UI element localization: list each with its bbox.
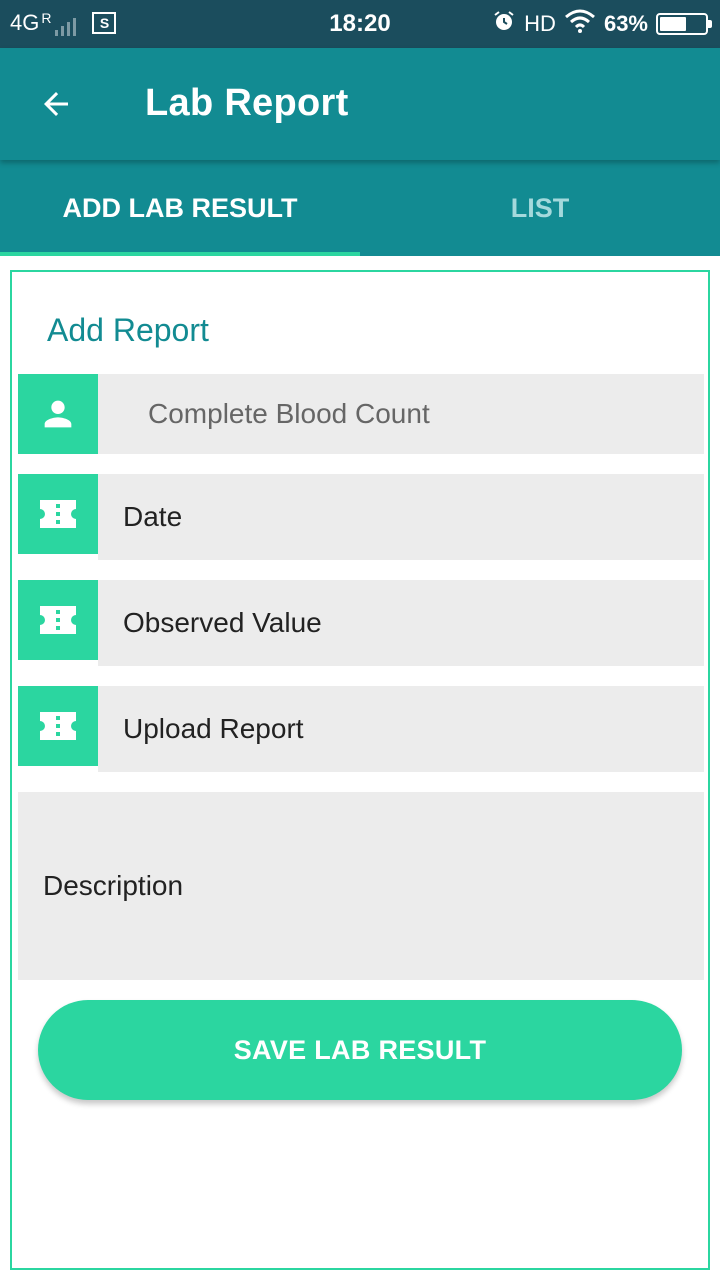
tab-bar: ADD LAB RESULT LIST <box>0 160 720 256</box>
upload-report-field[interactable]: Upload Report <box>98 686 704 772</box>
battery-fill <box>660 17 687 31</box>
tab-label: ADD LAB RESULT <box>62 192 298 223</box>
alarm-icon <box>492 9 516 39</box>
hd-indicator: HD <box>524 11 556 36</box>
icon-box <box>18 686 98 766</box>
form-title: Add Report <box>47 312 209 348</box>
tab-list[interactable]: LIST <box>360 160 720 256</box>
icon-box <box>18 474 98 554</box>
add-report-card: Add Report Complete Blood Count Date Obs… <box>10 270 710 1270</box>
test-type-select[interactable]: Complete Blood Count <box>98 374 704 454</box>
battery-percent: 63% <box>603 11 648 36</box>
upload-report-row: Upload Report <box>18 686 704 772</box>
ticket-icon <box>40 500 76 528</box>
page-title: Lab Report <box>145 82 349 124</box>
observed-value-field[interactable]: Observed Value <box>98 580 704 666</box>
test-select-row: Complete Blood Count <box>18 374 704 454</box>
wifi-icon <box>564 9 596 39</box>
observed-value-row: Observed Value <box>18 580 704 666</box>
arrow-left-icon <box>44 92 68 116</box>
app-bar: Lab Report <box>0 48 720 160</box>
back-button[interactable] <box>30 78 82 130</box>
tab-add-lab-result[interactable]: ADD LAB RESULT <box>0 160 360 256</box>
ticket-icon <box>40 606 76 634</box>
status-bar: 4G R S 18:20 HD 63% <box>0 0 720 48</box>
description-field[interactable]: Description <box>18 792 704 980</box>
status-bar-right: HD 63% <box>492 9 712 39</box>
date-field[interactable]: Date <box>98 474 704 560</box>
tab-indicator <box>0 252 360 256</box>
save-lab-result-button[interactable]: SAVE LAB RESULT <box>38 1000 682 1100</box>
battery-icon <box>656 13 712 35</box>
ticket-icon <box>40 712 76 740</box>
person-icon <box>44 400 72 428</box>
icon-box <box>18 580 98 660</box>
icon-box <box>18 374 98 454</box>
date-row: Date <box>18 474 704 560</box>
tab-label: LIST <box>510 192 570 223</box>
